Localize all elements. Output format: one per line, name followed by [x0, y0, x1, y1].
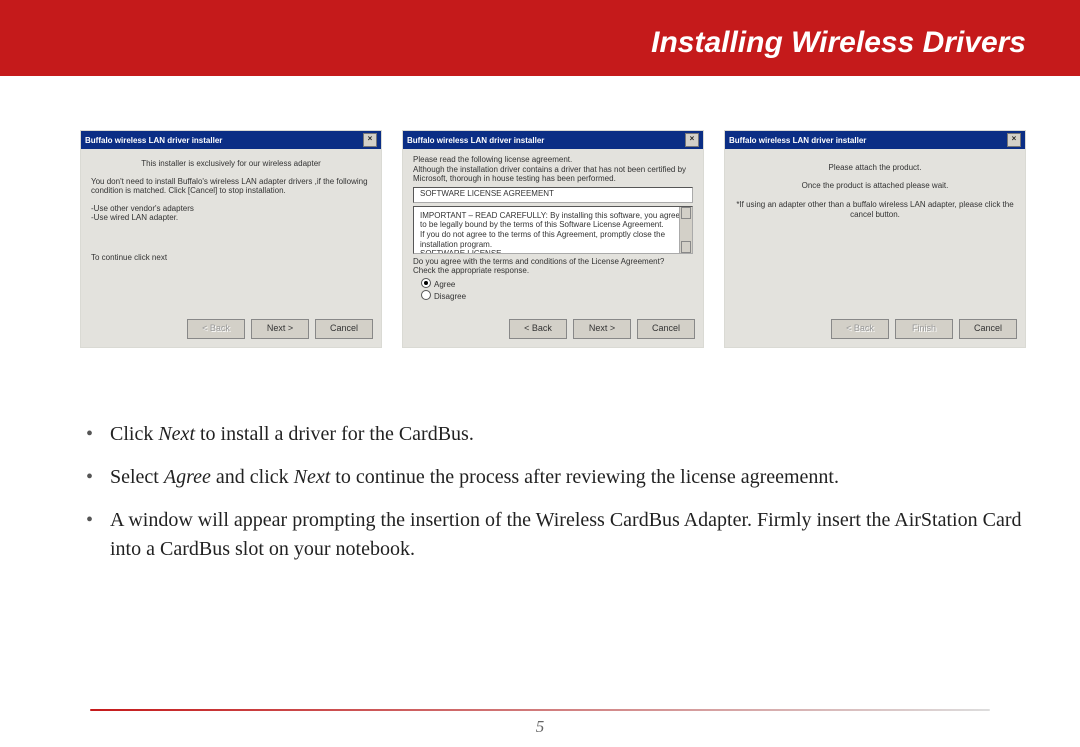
dialog1-buttons: < Back Next > Cancel	[81, 313, 381, 347]
back-button[interactable]: < Back	[509, 319, 567, 339]
cancel-button[interactable]: Cancel	[637, 319, 695, 339]
page-number: 5	[0, 717, 1080, 737]
header-bar: Installing Wireless Drivers	[0, 0, 1080, 76]
page-title: Installing Wireless Drivers	[651, 26, 1026, 60]
dialog3-line1: Please attach the product.	[735, 163, 1015, 173]
license-text-box[interactable]: IMPORTANT – READ CAREFULLY: By installin…	[413, 206, 693, 254]
dialog2-intro: Please read the following license agreem…	[413, 155, 693, 184]
dialog1-line1: This installer is exclusively for our wi…	[91, 159, 371, 169]
cancel-button[interactable]: Cancel	[959, 319, 1017, 339]
dialog2-title: Buffalo wireless LAN driver installer	[407, 136, 544, 145]
dialog2-body: Please read the following license agreem…	[403, 149, 703, 313]
scroll-up-icon[interactable]	[681, 207, 691, 219]
dialog3-buttons: < Back Finish Cancel	[725, 313, 1025, 347]
close-icon[interactable]: ×	[685, 133, 699, 147]
dialog1-line2: You don't need to install Buffalo's wire…	[91, 177, 371, 196]
document-page: Installing Wireless Drivers Buffalo wire…	[0, 0, 1080, 747]
instruction-item-3: A window will appear prompting the inser…	[82, 506, 1024, 564]
back-button[interactable]: < Back	[831, 319, 889, 339]
disagree-radio[interactable]: Disagree	[421, 290, 693, 302]
close-icon[interactable]: ×	[363, 133, 377, 147]
dialog1-body: This installer is exclusively for our wi…	[81, 149, 381, 313]
cancel-button[interactable]: Cancel	[315, 319, 373, 339]
installer-dialog-3: Buffalo wireless LAN driver installer × …	[724, 130, 1026, 348]
back-button[interactable]: < Back	[187, 319, 245, 339]
close-icon[interactable]: ×	[1007, 133, 1021, 147]
dialog2-question: Do you agree with the terms and conditio…	[413, 257, 693, 276]
license-body: IMPORTANT – READ CAREFULLY: By installin…	[420, 211, 680, 254]
dialog3-titlebar: Buffalo wireless LAN driver installer ×	[725, 131, 1025, 149]
dialog1-line4: To continue click next	[91, 253, 371, 263]
dialog2-buttons: < Back Next > Cancel	[403, 313, 703, 347]
instruction-item-2: Select Agree and click Next to continue …	[82, 463, 1024, 492]
installer-dialog-1: Buffalo wireless LAN driver installer × …	[80, 130, 382, 348]
next-button[interactable]: Next >	[251, 319, 309, 339]
dialog3-body: Please attach the product. Once the prod…	[725, 149, 1025, 313]
dialog3-title: Buffalo wireless LAN driver installer	[729, 136, 866, 145]
scrollbar[interactable]	[679, 207, 692, 253]
dialog1-titlebar: Buffalo wireless LAN driver installer ×	[81, 131, 381, 149]
footer-rule	[90, 709, 990, 711]
agree-label: Agree	[434, 280, 455, 289]
agree-radio[interactable]: Agree	[421, 278, 693, 290]
installer-dialog-2: Buffalo wireless LAN driver installer × …	[402, 130, 704, 348]
next-button[interactable]: Next >	[573, 319, 631, 339]
screenshot-row: Buffalo wireless LAN driver installer × …	[80, 130, 1026, 348]
dialog3-line2: Once the product is attached please wait…	[735, 181, 1015, 191]
instruction-list: Click Next to install a driver for the C…	[82, 420, 1024, 578]
instruction-item-1: Click Next to install a driver for the C…	[82, 420, 1024, 449]
dialog1-title: Buffalo wireless LAN driver installer	[85, 136, 222, 145]
dialog1-line3: -Use other vendor's adapters -Use wired …	[91, 204, 371, 223]
disagree-label: Disagree	[434, 292, 466, 301]
dialog3-line3: *If using an adapter other than a buffal…	[735, 200, 1015, 219]
scroll-down-icon[interactable]	[681, 241, 691, 253]
dialog2-titlebar: Buffalo wireless LAN driver installer ×	[403, 131, 703, 149]
license-header-field: SOFTWARE LICENSE AGREEMENT	[413, 187, 693, 203]
finish-button[interactable]: Finish	[895, 319, 953, 339]
